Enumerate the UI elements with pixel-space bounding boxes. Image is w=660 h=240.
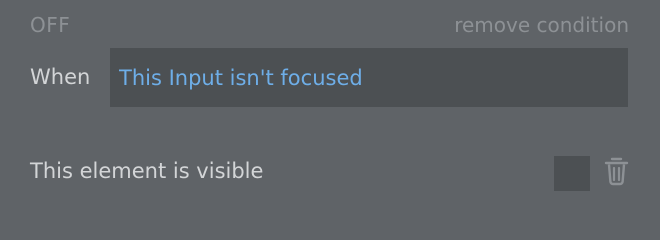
condition-header: OFF remove condition bbox=[0, 0, 660, 48]
remove-condition-link[interactable]: remove condition bbox=[454, 13, 629, 37]
condition-expression-field[interactable]: This Input isn't focused bbox=[110, 48, 628, 107]
visible-property-label: This element is visible bbox=[30, 159, 264, 183]
visible-checkbox[interactable] bbox=[554, 156, 590, 191]
conditional-panel: OFF remove condition When This Input isn… bbox=[0, 0, 660, 240]
trash-icon[interactable] bbox=[604, 156, 629, 186]
condition-state-label: OFF bbox=[30, 13, 71, 37]
when-label: When bbox=[30, 65, 91, 89]
condition-expression[interactable]: This Input isn't focused bbox=[119, 65, 363, 91]
